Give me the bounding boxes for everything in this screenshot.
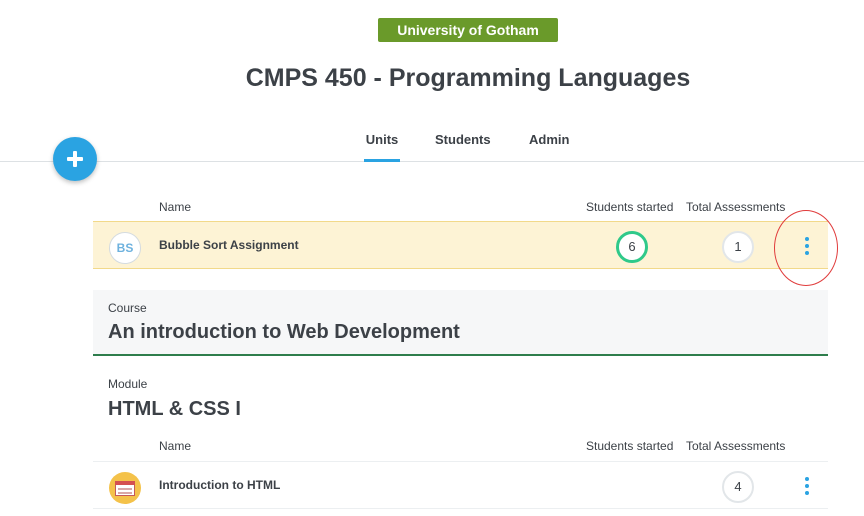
column-header-students-started: Students started <box>586 439 674 453</box>
column-header-name: Name <box>159 200 192 214</box>
column-header-total-assessments: Total Assessments <box>686 439 786 453</box>
unit-name[interactable]: Introduction to HTML <box>159 478 280 492</box>
tab-bar: Units Students Admin <box>0 122 864 162</box>
total-assessments-count: 1 <box>722 231 754 263</box>
add-unit-button[interactable] <box>53 137 97 181</box>
unit-row-bubble-sort[interactable]: BS Bubble Sort Assignment 6 1 <box>93 221 828 269</box>
annotation-circle <box>774 210 838 286</box>
column-header-students-started: Students started <box>586 200 674 214</box>
column-header-total-assessments: Total Assessments <box>686 200 786 214</box>
more-options-icon[interactable] <box>797 474 817 498</box>
unit-avatar: BS <box>109 232 141 264</box>
module-title: HTML & CSS I <box>108 398 241 420</box>
module-label: Module <box>108 377 148 391</box>
tab-students[interactable]: Students <box>435 132 491 162</box>
institution-badge: University of Gotham <box>378 18 558 42</box>
column-header-name: Name <box>159 439 192 453</box>
total-assessments-count: 4 <box>722 471 754 503</box>
tab-units[interactable]: Units <box>364 132 400 162</box>
course-label: Course <box>108 301 147 315</box>
unit-name[interactable]: Bubble Sort Assignment <box>159 238 299 252</box>
course-section: Course An introduction to Web Developmen… <box>93 290 828 356</box>
course-title: An introduction to Web Development <box>108 321 460 343</box>
unit-row-introduction-to-html[interactable]: Introduction to HTML 4 <box>93 461 828 509</box>
students-started-count: 6 <box>616 231 648 263</box>
page-title: CMPS 450 - Programming Languages <box>245 64 691 92</box>
tab-admin[interactable]: Admin <box>529 132 569 162</box>
browser-window-icon <box>109 472 141 504</box>
module-section: Module HTML & CSS I <box>93 370 828 426</box>
